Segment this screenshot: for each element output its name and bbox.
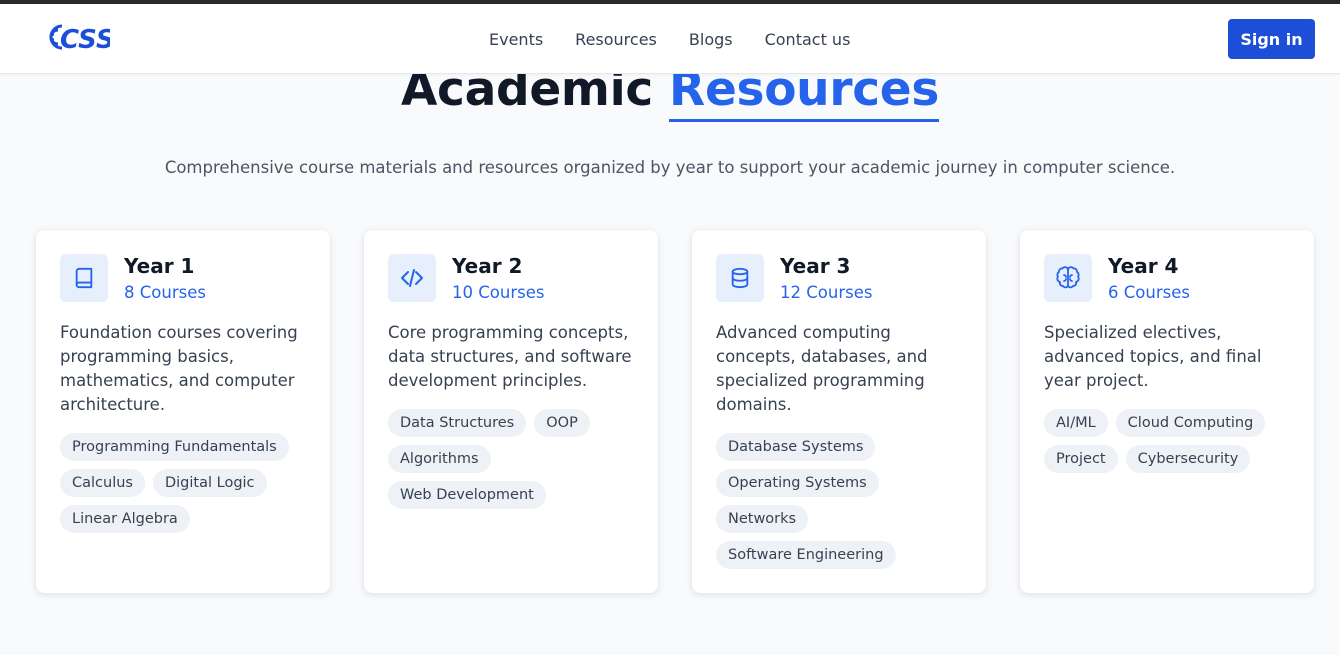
course-tag[interactable]: Cloud Computing (1115, 409, 1266, 437)
navbar: CSS Events Resources Blogs Contact us Si… (0, 4, 1340, 74)
year-card-2[interactable]: Year 2 10 Courses Core programming conce… (364, 230, 658, 593)
year-card-count: 12 Courses (780, 283, 873, 302)
year-card-description: Specialized electives, advanced topics, … (1044, 323, 1262, 390)
course-tag[interactable]: Linear Algebra (60, 505, 190, 533)
page-subtitle: Comprehensive course materials and resou… (164, 158, 1176, 177)
course-tag[interactable]: Programming Fundamentals (60, 433, 289, 461)
year-card-1[interactable]: Year 1 8 Courses Foundation courses cove… (36, 230, 330, 593)
course-tag[interactable]: Algorithms (388, 445, 491, 473)
course-tags: Database Systems Operating Systems Netwo… (716, 433, 966, 577)
nav-link-blogs[interactable]: Blogs (689, 30, 733, 49)
year-card-3[interactable]: Year 3 12 Courses Advanced computing con… (692, 230, 986, 593)
course-tag[interactable]: Cybersecurity (1125, 445, 1251, 473)
logo-text: CSS (60, 25, 110, 54)
year-card-count: 8 Courses (124, 283, 206, 302)
year-card-title: Year 1 (124, 254, 195, 278)
year-card-title: Year 3 (780, 254, 851, 278)
course-tag[interactable]: Networks (716, 505, 809, 533)
brain-icon (1044, 254, 1092, 302)
year-card-count: 10 Courses (452, 283, 545, 302)
course-tag[interactable]: Digital Logic (152, 469, 267, 497)
course-tag[interactable]: AI/ML (1044, 409, 1108, 437)
course-tag[interactable]: Software Engineering (716, 541, 896, 569)
course-tag[interactable]: Project (1044, 445, 1118, 473)
nav-link-events[interactable]: Events (489, 30, 543, 49)
year-card-count: 6 Courses (1108, 283, 1190, 302)
course-tag[interactable]: Operating Systems (716, 469, 879, 497)
year-card-description: Foundation courses covering programming … (60, 323, 298, 414)
year-card-title: Year 4 (1108, 254, 1179, 278)
course-tags: Programming Fundamentals Calculus Digita… (60, 433, 310, 541)
course-tag[interactable]: Data Structures (388, 409, 527, 437)
nav-link-resources[interactable]: Resources (575, 30, 657, 49)
database-icon (716, 254, 764, 302)
code-icon (388, 254, 436, 302)
nav-link-contact[interactable]: Contact us (765, 30, 851, 49)
course-tags: AI/ML Cloud Computing Project Cybersecur… (1044, 409, 1294, 481)
main-nav: Events Resources Blogs Contact us (489, 4, 882, 74)
course-tag[interactable]: Web Development (388, 481, 546, 509)
logo[interactable]: CSS (40, 20, 110, 54)
sign-in-button[interactable]: Sign in (1228, 19, 1315, 59)
year-card-4[interactable]: Year 4 6 Courses Specialized electives, … (1020, 230, 1314, 593)
year-card-description: Advanced computing concepts, databases, … (716, 323, 928, 414)
course-tag[interactable]: Database Systems (716, 433, 876, 461)
book-icon (60, 254, 108, 302)
course-tags: Data Structures OOP Algorithms Web Devel… (388, 409, 638, 517)
year-card-title: Year 2 (452, 254, 523, 278)
year-card-description: Core programming concepts, data structur… (388, 323, 632, 390)
course-tag[interactable]: Calculus (60, 469, 145, 497)
course-tag[interactable]: OOP (534, 409, 590, 437)
